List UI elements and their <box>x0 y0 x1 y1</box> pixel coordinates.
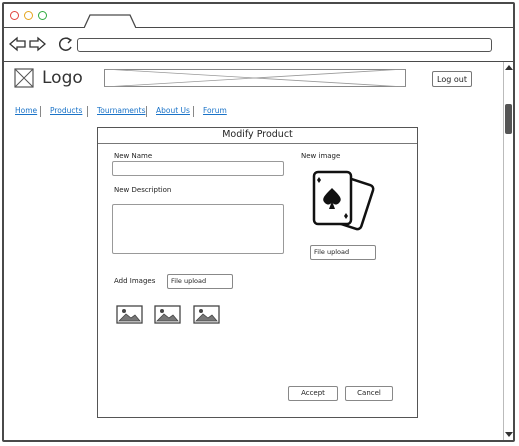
vertical-scrollbar[interactable] <box>503 62 513 440</box>
new-image-file-upload[interactable]: File upload <box>310 245 376 260</box>
image-thumbnail-icon[interactable] <box>154 305 181 324</box>
nav-separator <box>146 106 147 117</box>
nav-link-about-us[interactable]: About Us <box>156 106 190 115</box>
nav-separator <box>87 106 88 117</box>
new-description-label: New Description <box>114 186 172 194</box>
add-images-label: Add Images <box>114 277 156 285</box>
forward-arrow-icon[interactable] <box>27 35 47 53</box>
scroll-down-icon[interactable] <box>505 432 513 437</box>
nav-separator <box>40 106 41 117</box>
logo-text: Logo <box>42 68 83 88</box>
accept-button[interactable]: Accept <box>288 386 338 401</box>
new-image-label: New image <box>301 152 341 160</box>
cancel-button[interactable]: Cancel <box>345 386 393 401</box>
add-images-file-upload[interactable]: File upload <box>167 274 233 289</box>
browser-tab[interactable] <box>84 14 136 28</box>
back-arrow-icon[interactable] <box>8 35 28 53</box>
nav-separator <box>193 106 194 117</box>
logo-image-placeholder-icon <box>14 68 34 88</box>
nav-link-tournaments[interactable]: Tournaments <box>97 106 145 115</box>
new-description-textarea[interactable] <box>112 204 284 254</box>
image-thumbnail-icon[interactable] <box>116 305 143 324</box>
nav-link-home[interactable]: Home <box>15 106 37 115</box>
close-dot[interactable] <box>10 11 19 20</box>
banner-image-placeholder <box>104 69 406 87</box>
minimize-dot[interactable] <box>24 11 33 20</box>
logout-button[interactable]: Log out <box>432 71 472 87</box>
title-bar <box>4 4 513 28</box>
modify-product-panel: Modify Product New Name New Description … <box>97 127 418 418</box>
address-bar <box>4 28 513 62</box>
nav-link-forum[interactable]: Forum <box>203 106 227 115</box>
panel-title: Modify Product <box>98 128 417 144</box>
playing-cards-icon <box>312 170 375 231</box>
nav-link-products[interactable]: Products <box>50 106 82 115</box>
new-name-label: New Name <box>114 152 153 160</box>
new-name-input[interactable] <box>112 161 284 176</box>
scroll-up-icon[interactable] <box>505 65 513 70</box>
url-field[interactable] <box>77 38 492 52</box>
scroll-thumb[interactable] <box>505 104 512 134</box>
reload-icon[interactable] <box>56 35 76 53</box>
maximize-dot[interactable] <box>38 11 47 20</box>
image-thumbnail-icon[interactable] <box>193 305 220 324</box>
